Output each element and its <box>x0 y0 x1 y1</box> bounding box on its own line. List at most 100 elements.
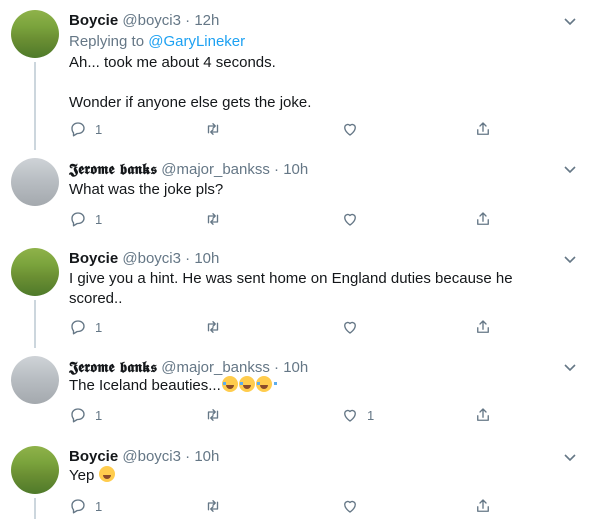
reply-icon <box>71 122 85 137</box>
tweet-text: Ah... took me about 4 seconds. Wonder if… <box>69 53 569 113</box>
tweet-line-text: The Iceland beauties... <box>69 377 221 394</box>
reply-count: 1 <box>95 121 103 137</box>
thread-line <box>34 498 36 519</box>
like-icon <box>344 213 356 226</box>
tweet-header: 𝕵𝖊𝖗𝖔𝖒𝖊 𝖇𝖆𝖓𝖐𝖘 @major_bankss · 10h <box>69 357 308 378</box>
chevron-down-icon[interactable] <box>563 17 577 27</box>
tweet[interactable]: Boycie @boyci3 · 10h Yep 1 <box>0 446 589 519</box>
reply-icon <box>71 408 85 423</box>
share-button[interactable] <box>474 316 492 338</box>
timestamp[interactable]: 10h <box>283 359 308 376</box>
tweet-line-text: Yep <box>69 467 95 484</box>
chevron-down-icon[interactable] <box>563 255 577 265</box>
retweet-button[interactable] <box>204 208 222 230</box>
thread-line <box>34 300 36 348</box>
chevron-down-icon[interactable] <box>563 363 577 373</box>
tweet-header: Boycie @boyci3 · 12h <box>69 11 219 31</box>
display-name[interactable]: 𝕵𝖊𝖗𝖔𝖒𝖊 𝖇𝖆𝖓𝖐𝖘 <box>69 358 157 376</box>
timestamp[interactable]: 10h <box>194 448 219 465</box>
share-icon <box>477 499 489 512</box>
avatar[interactable] <box>11 248 59 296</box>
retweet-button[interactable] <box>204 404 222 426</box>
share-icon <box>477 122 489 135</box>
reply-icon <box>71 499 85 514</box>
like-button[interactable] <box>341 495 367 517</box>
reply-button[interactable]: 1 <box>69 118 102 140</box>
avatar[interactable] <box>11 10 59 58</box>
tears-of-joy-emoji <box>221 376 243 392</box>
separator-dot: · <box>274 359 280 376</box>
chevron-down-icon[interactable] <box>563 165 577 175</box>
reply-button[interactable]: 1 <box>69 316 102 338</box>
retweet-icon <box>207 123 219 135</box>
reply-icon <box>71 212 85 227</box>
tweet[interactable]: 𝕵𝖊𝖗𝖔𝖒𝖊 𝖇𝖆𝖓𝖐𝖘 @major_bankss · 10h The Ice… <box>0 356 589 438</box>
share-icon <box>477 320 489 333</box>
reply-icon <box>71 320 85 335</box>
retweet-icon <box>207 409 219 421</box>
user-handle[interactable]: @major_bankss <box>161 161 270 178</box>
like-button[interactable] <box>341 208 367 230</box>
like-icon <box>344 321 356 334</box>
reply-button[interactable]: 1 <box>69 495 102 517</box>
like-button[interactable] <box>341 316 367 338</box>
like-button[interactable] <box>341 118 367 140</box>
retweet-button[interactable] <box>204 316 222 338</box>
tweet-line: Wonder if anyone else gets the joke. <box>69 94 312 111</box>
reply-button[interactable]: 1 <box>69 404 102 426</box>
user-handle[interactable]: @major_bankss <box>161 359 270 376</box>
user-handle[interactable]: @boyci3 <box>122 12 181 29</box>
like-button[interactable]: 1 <box>341 404 374 426</box>
timestamp[interactable]: 10h <box>283 161 308 178</box>
chevron-down-icon[interactable] <box>563 453 577 463</box>
like-icon <box>344 500 356 513</box>
display-name[interactable]: 𝕵𝖊𝖗𝖔𝖒𝖊 𝖇𝖆𝖓𝖐𝖘 <box>69 160 157 178</box>
tweet-actions: 1 <box>69 316 499 338</box>
avatar[interactable] <box>11 356 59 404</box>
tweet-actions: 1 <box>69 118 499 140</box>
tweet-line: Ah... took me about 4 seconds. <box>69 54 276 71</box>
timestamp[interactable]: 10h <box>194 250 219 267</box>
tweet-line: Yep <box>69 466 569 486</box>
separator-dot: · <box>274 161 280 178</box>
tweet[interactable]: Boycie @boyci3 · 10h I give you a hint. … <box>0 248 589 348</box>
reply-count: 1 <box>95 211 103 227</box>
display-name[interactable]: Boycie <box>69 448 118 465</box>
display-name[interactable]: Boycie <box>69 12 118 29</box>
tweet-text: I give you a hint. He was sent home on E… <box>69 269 539 309</box>
tweet[interactable]: 𝕵𝖊𝖗𝖔𝖒𝖊 𝖇𝖆𝖓𝖐𝖘 @major_bankss · 10h What wa… <box>0 158 589 240</box>
retweet-button[interactable] <box>204 118 222 140</box>
user-handle[interactable]: @boyci3 <box>122 250 181 267</box>
tweet[interactable]: Boycie @boyci3 · 12h Replying to @GaryLi… <box>0 10 589 150</box>
retweet-button[interactable] <box>204 495 222 517</box>
reply-count: 1 <box>95 407 103 423</box>
share-button[interactable] <box>474 208 492 230</box>
share-button[interactable] <box>474 404 492 426</box>
avatar[interactable] <box>11 158 59 206</box>
like-count: 1 <box>367 407 375 423</box>
user-handle[interactable]: @boyci3 <box>122 448 181 465</box>
like-icon <box>344 123 356 136</box>
tweet-text: The Iceland beauties... <box>69 376 569 396</box>
tweet-line: The Iceland beauties... <box>69 376 569 396</box>
separator-dot: · <box>185 12 191 29</box>
display-name[interactable]: Boycie <box>69 250 118 267</box>
mention-link[interactable]: @GaryLineker <box>148 33 245 50</box>
share-icon <box>477 212 489 225</box>
separator-dot: · <box>185 448 191 465</box>
tweet-text: What was the joke pls? <box>69 180 569 200</box>
tears-of-joy-emoji <box>238 376 260 392</box>
tweet-actions: 1 1 <box>69 404 499 426</box>
share-button[interactable] <box>474 495 492 517</box>
reply-button[interactable]: 1 <box>69 208 102 230</box>
tweet-line: What was the joke pls? <box>69 181 224 198</box>
reply-count: 1 <box>95 498 103 514</box>
avatar[interactable] <box>11 446 59 494</box>
tweet-line: I give you a hint. He was sent home on E… <box>69 270 513 307</box>
tweet-header: 𝕵𝖊𝖗𝖔𝖒𝖊 𝖇𝖆𝖓𝖐𝖘 @major_bankss · 10h <box>69 159 308 180</box>
reply-count: 1 <box>95 319 103 335</box>
thread-line <box>34 62 36 150</box>
timestamp[interactable]: 12h <box>194 12 219 29</box>
share-button[interactable] <box>474 118 492 140</box>
tweet-actions: 1 <box>69 208 499 230</box>
